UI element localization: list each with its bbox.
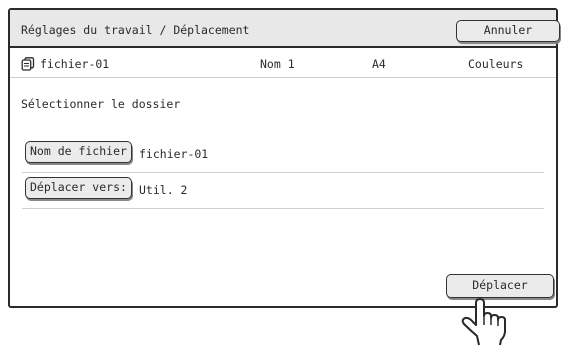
file-name-row: Nom de fichier fichier-01 [22, 136, 544, 173]
move-to-row: Déplacer vers: Util. 2 [22, 172, 544, 209]
move-button[interactable]: Déplacer [446, 274, 554, 298]
job-info-row: fichier-01 Nom 1 A4 Couleurs [10, 48, 556, 78]
instruction-text: Sélectionner le dossier [21, 97, 181, 111]
move-to-button[interactable]: Déplacer vers: [25, 177, 132, 199]
job-paper-size: A4 [372, 57, 386, 71]
document-stack-icon [21, 57, 35, 71]
pointing-hand-icon [461, 298, 506, 346]
dialog-title-bar: Réglages du travail / Déplacement Annule… [10, 10, 560, 48]
dialog-title: Réglages du travail / Déplacement [21, 23, 250, 37]
move-to-value: Util. 2 [139, 183, 188, 197]
file-name-value: fichier-01 [139, 147, 209, 161]
job-user-name: Nom 1 [260, 57, 295, 71]
job-color-mode: Couleurs [468, 57, 524, 71]
move-job-dialog: Réglages du travail / Déplacement Annule… [8, 8, 560, 308]
cancel-button[interactable]: Annuler [456, 20, 560, 42]
job-file-name: fichier-01 [40, 57, 110, 71]
file-name-button[interactable]: Nom de fichier [25, 141, 132, 163]
